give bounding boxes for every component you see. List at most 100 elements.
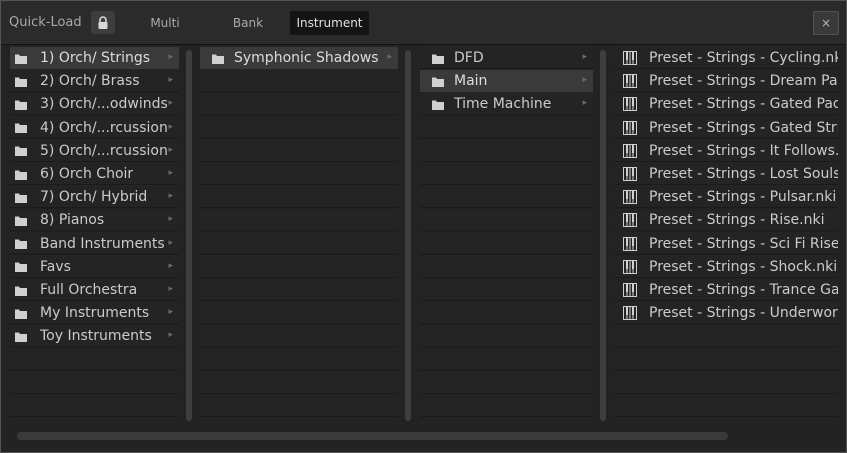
folder-icon: [15, 167, 29, 181]
item-label: 1) Orch/ Strings: [40, 50, 151, 66]
preset-item[interactable]: Preset - Strings - Trance Gat: [614, 279, 838, 301]
instrument-keys-icon: [623, 283, 637, 297]
item-label: Preset - Strings - Dream Pad: [649, 73, 838, 90]
item-label: Preset - Strings - Pulsar.nki: [649, 189, 837, 206]
folder-item[interactable]: Full Orchestra ▸: [10, 279, 179, 301]
folder-icon: [15, 74, 29, 88]
quick-load-title: Quick-Load: [9, 15, 82, 30]
item-label: 2) Orch/ Brass: [40, 73, 140, 90]
item-label: 8) Pianos: [40, 212, 105, 229]
folder-item[interactable]: 6) Orch Choir ▸: [10, 163, 179, 185]
folder-icon: [212, 51, 226, 65]
tab-instrument[interactable]: Instrument: [290, 11, 369, 35]
item-label: Preset - Strings - Sci Fi Riser: [649, 235, 838, 252]
preset-item[interactable]: Preset - Strings - Gated Strin: [614, 117, 838, 139]
instrument-keys-icon: [623, 143, 637, 158]
chevron-right-icon: ▸: [582, 98, 587, 109]
folder-item[interactable]: My Instruments ▸: [10, 302, 179, 324]
chevron-right-icon: ▸: [582, 75, 587, 86]
item-label: 3) Orch/...odwinds: [40, 96, 168, 113]
preset-item[interactable]: Preset - Strings - Pulsar.nki: [614, 186, 838, 208]
chevron-right-icon: ▸: [168, 144, 173, 155]
item-label: Preset - Strings - Shock.nki: [649, 258, 838, 275]
column-divider-3[interactable]: [600, 50, 606, 421]
chevron-right-icon: ▸: [168, 52, 173, 62]
preset-item[interactable]: Preset - Strings - Shock.nki: [614, 256, 838, 278]
folder-item[interactable]: Favs ▸: [10, 256, 179, 278]
item-label: Band Instruments: [40, 235, 165, 252]
folder-item[interactable]: Time Machine ▸: [420, 93, 593, 115]
quick-load-window: Quick-Load Multi Bank Instrument × 1) Or…: [0, 0, 847, 453]
item-label: Time Machine: [454, 96, 552, 113]
instrument-keys-icon: [623, 236, 637, 251]
preset-item[interactable]: Preset - Strings - Dream Pad: [614, 70, 838, 92]
folder-icon: [15, 213, 29, 227]
folder-item[interactable]: DFD ▸: [420, 47, 593, 69]
chevron-right-icon: ▸: [168, 330, 173, 341]
chevron-right-icon: ▸: [168, 168, 173, 178]
item-label: Preset - Strings - Rise.nki: [649, 212, 825, 229]
instrument-keys-icon: [623, 190, 637, 205]
item-label: DFD: [454, 50, 484, 66]
folder-item[interactable]: 4) Orch/...rcussion ▸: [10, 117, 179, 139]
lock-icon: [98, 15, 108, 29]
preset-item[interactable]: Preset - Strings - Sci Fi Riser: [614, 233, 838, 255]
preset-item[interactable]: Preset - Strings - Lost Souls.n: [614, 163, 838, 185]
column-divider-1[interactable]: [186, 50, 192, 421]
folder-item[interactable]: 1) Orch/ Strings ▸: [10, 47, 179, 69]
folder-icon: [15, 121, 29, 135]
item-label: 6) Orch Choir: [40, 166, 134, 182]
item-label: Preset - Strings - Gated Strin: [649, 119, 838, 136]
tab-bank[interactable]: Bank: [224, 11, 272, 35]
column-presets[interactable]: Preset - Strings - Cycling.nki Preset - S…: [614, 46, 838, 424]
instrument-keys-icon: [623, 306, 637, 321]
item-label: 4) Orch/...rcussion: [40, 119, 168, 136]
folder-icon: [15, 283, 29, 297]
folder-item[interactable]: 2) Orch/ Brass ▸: [10, 70, 179, 92]
preset-item[interactable]: Preset - Strings - Cycling.nki: [614, 47, 838, 69]
column-categories[interactable]: 1) Orch/ Strings ▸ 2) Orch/ Brass ▸ 3) Orch/…: [10, 46, 179, 424]
column-libraries[interactable]: Symphonic Shadows ▸: [200, 46, 398, 424]
tab-multi[interactable]: Multi: [139, 11, 191, 35]
instrument-keys-icon: [623, 120, 637, 135]
folder-item[interactable]: 3) Orch/...odwinds ▸: [10, 93, 179, 115]
preset-item[interactable]: Preset - Strings - It Follows.n: [614, 140, 838, 162]
item-label: Preset - Strings - It Follows.n: [649, 142, 838, 159]
horizontal-scrollbar[interactable]: [17, 432, 728, 440]
folder-item[interactable]: 5) Orch/...rcussion ▸: [10, 140, 179, 162]
folder-item[interactable]: 8) Pianos ▸: [10, 209, 179, 231]
preset-item[interactable]: Preset - Strings - Rise.nki: [614, 209, 838, 231]
chevron-right-icon: ▸: [168, 121, 173, 132]
preset-item[interactable]: Preset - Strings - Gated Pad.: [614, 93, 838, 115]
column-divider-2[interactable]: [405, 50, 411, 421]
item-label: Preset - Strings - Trance Gat: [649, 282, 838, 298]
folder-item[interactable]: Toy Instruments ▸: [10, 325, 179, 347]
column-folders[interactable]: DFD ▸ Main ▸ Time Machine ▸: [420, 46, 593, 424]
folder-item[interactable]: 7) Orch/ Hybrid ▸: [10, 186, 179, 208]
instrument-keys-icon: [623, 167, 637, 181]
folder-icon: [15, 144, 29, 158]
item-label: Preset - Strings - Underworl: [649, 305, 838, 322]
chevron-right-icon: ▸: [168, 307, 173, 318]
preset-item[interactable]: Preset - Strings - Underworl: [614, 302, 838, 324]
chevron-right-icon: ▸: [582, 52, 587, 62]
close-button[interactable]: ×: [813, 11, 839, 35]
folder-item[interactable]: Band Instruments ▸: [10, 233, 179, 255]
item-label: Main: [454, 73, 488, 90]
folder-icon: [15, 260, 29, 274]
item-label: Favs: [40, 258, 71, 275]
item-label: 5) Orch/...rcussion: [40, 142, 168, 159]
folder-icon: [432, 74, 446, 88]
item-label: 7) Orch/ Hybrid: [40, 189, 148, 206]
folder-item[interactable]: Symphonic Shadows ▸: [200, 47, 398, 69]
instrument-keys-icon: [623, 97, 637, 112]
chevron-right-icon: ▸: [168, 98, 173, 109]
item-label: Preset - Strings - Lost Souls.n: [649, 166, 838, 182]
folder-icon: [15, 306, 29, 320]
item-label: Full Orchestra: [40, 282, 138, 298]
lock-button[interactable]: [91, 11, 115, 34]
folder-icon: [15, 329, 29, 343]
chevron-right-icon: ▸: [387, 52, 392, 62]
folder-item[interactable]: Main ▸: [420, 70, 593, 93]
item-label: My Instruments: [40, 305, 150, 322]
